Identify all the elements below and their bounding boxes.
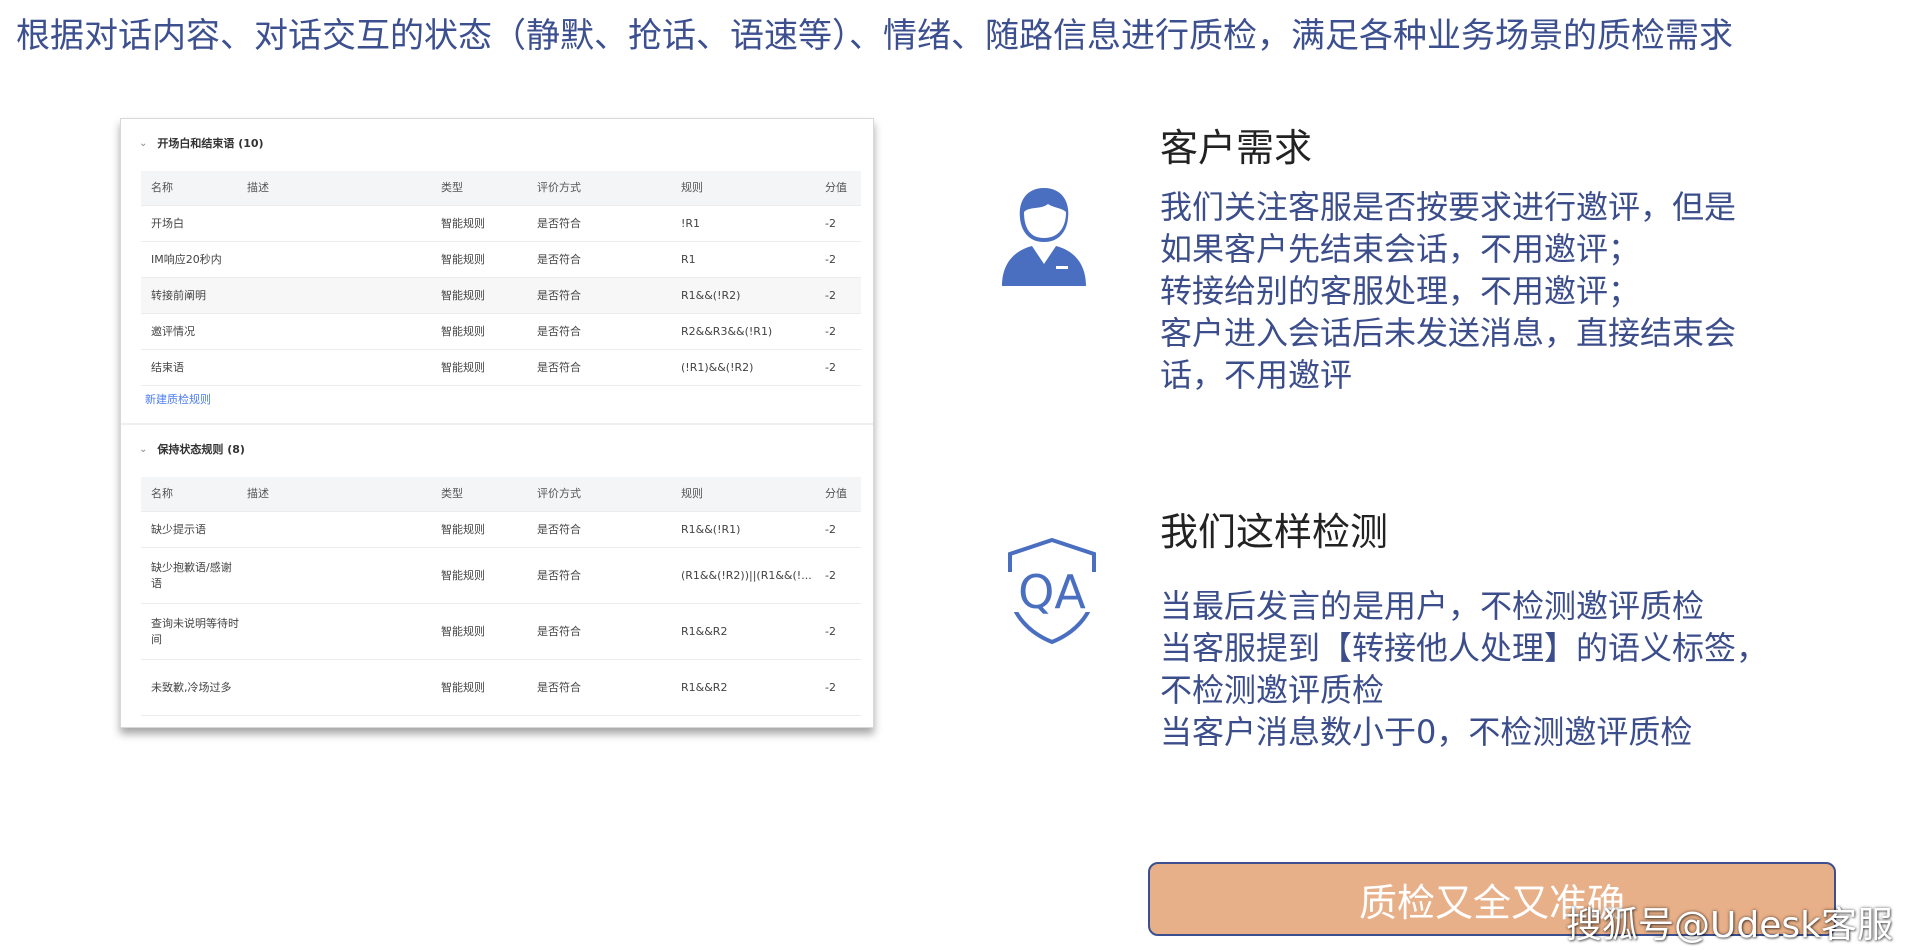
- section-title: 开场白和结束语 (10): [157, 137, 264, 150]
- rule-type: 智能规则: [441, 568, 485, 582]
- rule-name: 缺少提示语: [151, 522, 206, 536]
- rule-eval: 是否符合: [537, 522, 581, 536]
- col-header-desc: 描述: [247, 181, 269, 194]
- rule-name: 缺少抱歉语/感谢语: [151, 560, 232, 590]
- table-row[interactable]: 查询未说明等待时间 智能规则 是否符合 R1&&R2 -2: [141, 604, 861, 660]
- text-line: 我们关注客服是否按要求进行邀评，但是: [1160, 188, 1737, 226]
- col-header-name: 名称: [151, 487, 173, 500]
- col-header-eval: 评价方式: [537, 487, 581, 500]
- rule-score: -2: [825, 324, 836, 338]
- table-row[interactable]: IM响应20秒内 智能规则 是否符合 R1 -2: [141, 242, 861, 278]
- rule-expression: R1&&(!R1): [681, 522, 741, 536]
- rule-name: 开场白: [151, 216, 184, 230]
- detection-title: 我们这样检测: [1160, 510, 1389, 554]
- rule-eval: 是否符合: [537, 288, 581, 302]
- col-header-score: 分值: [825, 181, 847, 194]
- section-title: 保持状态规则 (8): [157, 443, 245, 456]
- rule-type: 智能规则: [441, 522, 485, 536]
- rule-expression: !R1: [681, 216, 701, 230]
- customer-needs-text: 我们关注客服是否按要求进行邀评，但是 如果客户先结束会话，不用邀评； 转接给别的…: [1160, 186, 1736, 396]
- col-header-type: 类型: [441, 181, 463, 194]
- table-row[interactable]: 缺少提示语 智能规则 是否符合 R1&&(!R1) -2: [141, 512, 861, 548]
- rule-type: 智能规则: [441, 360, 485, 374]
- rule-eval: 是否符合: [537, 624, 581, 638]
- rule-type: 智能规则: [441, 624, 485, 638]
- text-line: 不检测邀评质检: [1160, 671, 1385, 709]
- rule-score: -2: [825, 288, 836, 302]
- rule-expression: R1&&R2: [681, 624, 728, 638]
- text-line: 当客户消息数小于0，不检测邀评质检: [1160, 713, 1693, 751]
- col-header-score: 分值: [825, 487, 847, 500]
- qa-shield-icon: QA: [998, 536, 1106, 650]
- rule-eval: 是否符合: [537, 324, 581, 338]
- rule-score: -2: [825, 360, 836, 374]
- text-line: 当最后发言的是用户，不检测邀评质检: [1160, 587, 1705, 625]
- rule-eval: 是否符合: [537, 360, 581, 374]
- rule-type: 智能规则: [441, 680, 485, 694]
- table-row[interactable]: 开场白 智能规则 是否符合 !R1 -2: [141, 206, 861, 242]
- rule-expression: R1&&(!R2): [681, 288, 741, 302]
- rule-name: 查询未说明等待时间: [151, 616, 239, 646]
- table-row[interactable]: 结束语 智能规则 是否符合 (!R1)&&(!R2) -2: [141, 350, 861, 386]
- text-line: 客户进入会话后未发送消息，直接结束会: [1160, 314, 1737, 352]
- table-row[interactable]: 未致歉,冷场过多 智能规则 是否符合 R1&&R2 -2: [141, 660, 861, 716]
- table-row[interactable]: 缺少抱歉语/感谢语 智能规则 是否符合 (R1&&(!R2))||(R1&&(!…: [141, 548, 861, 604]
- rule-eval: 是否符合: [537, 252, 581, 266]
- rules-table-1: 名称 描述 类型 评价方式 规则 分值 开场白 智能规则 是否符合 !R1 -2…: [141, 171, 861, 386]
- rule-score: -2: [825, 624, 836, 638]
- customer-needs-title: 客户需求: [1160, 126, 1313, 170]
- section-header-opening-closing[interactable]: ⌄ 开场白和结束语 (10): [139, 133, 264, 153]
- rule-eval: 是否符合: [537, 216, 581, 230]
- table-header-row: 名称 描述 类型 评价方式 规则 分值: [141, 171, 861, 206]
- rule-type: 智能规则: [441, 216, 485, 230]
- section-divider: [121, 423, 873, 425]
- rule-name: 结束语: [151, 360, 184, 374]
- table-row[interactable]: 转接前阐明 智能规则 是否符合 R1&&(!R2) -2: [141, 278, 861, 314]
- col-header-name: 名称: [151, 181, 173, 194]
- rule-type: 智能规则: [441, 252, 485, 266]
- text-line: 当客服提到【转接他人处理】的语义标签，: [1160, 629, 1769, 667]
- rules-table-2: 名称 描述 类型 评价方式 规则 分值 缺少提示语 智能规则 是否符合 R1&&…: [141, 477, 861, 716]
- customer-service-agent-icon: [996, 182, 1092, 294]
- text-line: 如果客户先结束会话，不用邀评；: [1160, 230, 1641, 268]
- rule-expression: (R1&&(!R2))||(R1&&(!...: [681, 568, 812, 582]
- rule-score: -2: [825, 680, 836, 694]
- rule-eval: 是否符合: [537, 568, 581, 582]
- rule-score: -2: [825, 522, 836, 536]
- rule-name: IM响应20秒内: [151, 252, 222, 266]
- col-header-eval: 评价方式: [537, 181, 581, 194]
- new-qc-rule-link[interactable]: 新建质检规则: [145, 391, 211, 407]
- rule-eval: 是否符合: [537, 680, 581, 694]
- rule-expression: R2&&R3&&(!R1): [681, 324, 773, 338]
- col-header-type: 类型: [441, 487, 463, 500]
- rule-name: 邀评情况: [151, 324, 195, 338]
- rule-expression: R1&&R2: [681, 680, 728, 694]
- rule-name: 未致歉,冷场过多: [151, 680, 232, 694]
- chevron-down-icon[interactable]: ⌄: [139, 138, 147, 149]
- rule-type: 智能规则: [441, 324, 485, 338]
- rule-type: 智能规则: [441, 288, 485, 302]
- rule-expression: (!R1)&&(!R2): [681, 360, 754, 374]
- rule-expression: R1: [681, 252, 696, 266]
- chevron-down-icon[interactable]: ⌄: [139, 444, 147, 455]
- text-line: 转接给别的客服处理，不用邀评；: [1160, 272, 1641, 310]
- rule-name: 转接前阐明: [151, 288, 206, 302]
- page-headline: 根据对话内容、对话交互的状态（静默、抢话、语速等）、情绪、随路信息进行质检，满足…: [16, 16, 1733, 56]
- watermark: 搜狐号@Udesk客服: [1566, 905, 1893, 946]
- col-header-desc: 描述: [247, 487, 269, 500]
- rule-score: -2: [825, 252, 836, 266]
- table-header-row: 名称 描述 类型 评价方式 规则 分值: [141, 477, 861, 512]
- section-header-keep-state[interactable]: ⌄ 保持状态规则 (8): [139, 439, 245, 459]
- rule-score: -2: [825, 568, 836, 582]
- qa-icon-text: QA: [1018, 565, 1086, 619]
- rule-score: -2: [825, 216, 836, 230]
- qc-rules-panel: ⌄ 开场白和结束语 (10) 名称 描述 类型 评价方式 规则 分值 开场白 智…: [120, 118, 874, 728]
- col-header-rule: 规则: [681, 181, 703, 194]
- text-line: 话，不用邀评: [1160, 356, 1353, 394]
- table-row[interactable]: 邀评情况 智能规则 是否符合 R2&&R3&&(!R1) -2: [141, 314, 861, 350]
- col-header-rule: 规则: [681, 487, 703, 500]
- detection-text: 当最后发言的是用户，不检测邀评质检 当客服提到【转接他人处理】的语义标签， 不检…: [1160, 585, 1768, 753]
